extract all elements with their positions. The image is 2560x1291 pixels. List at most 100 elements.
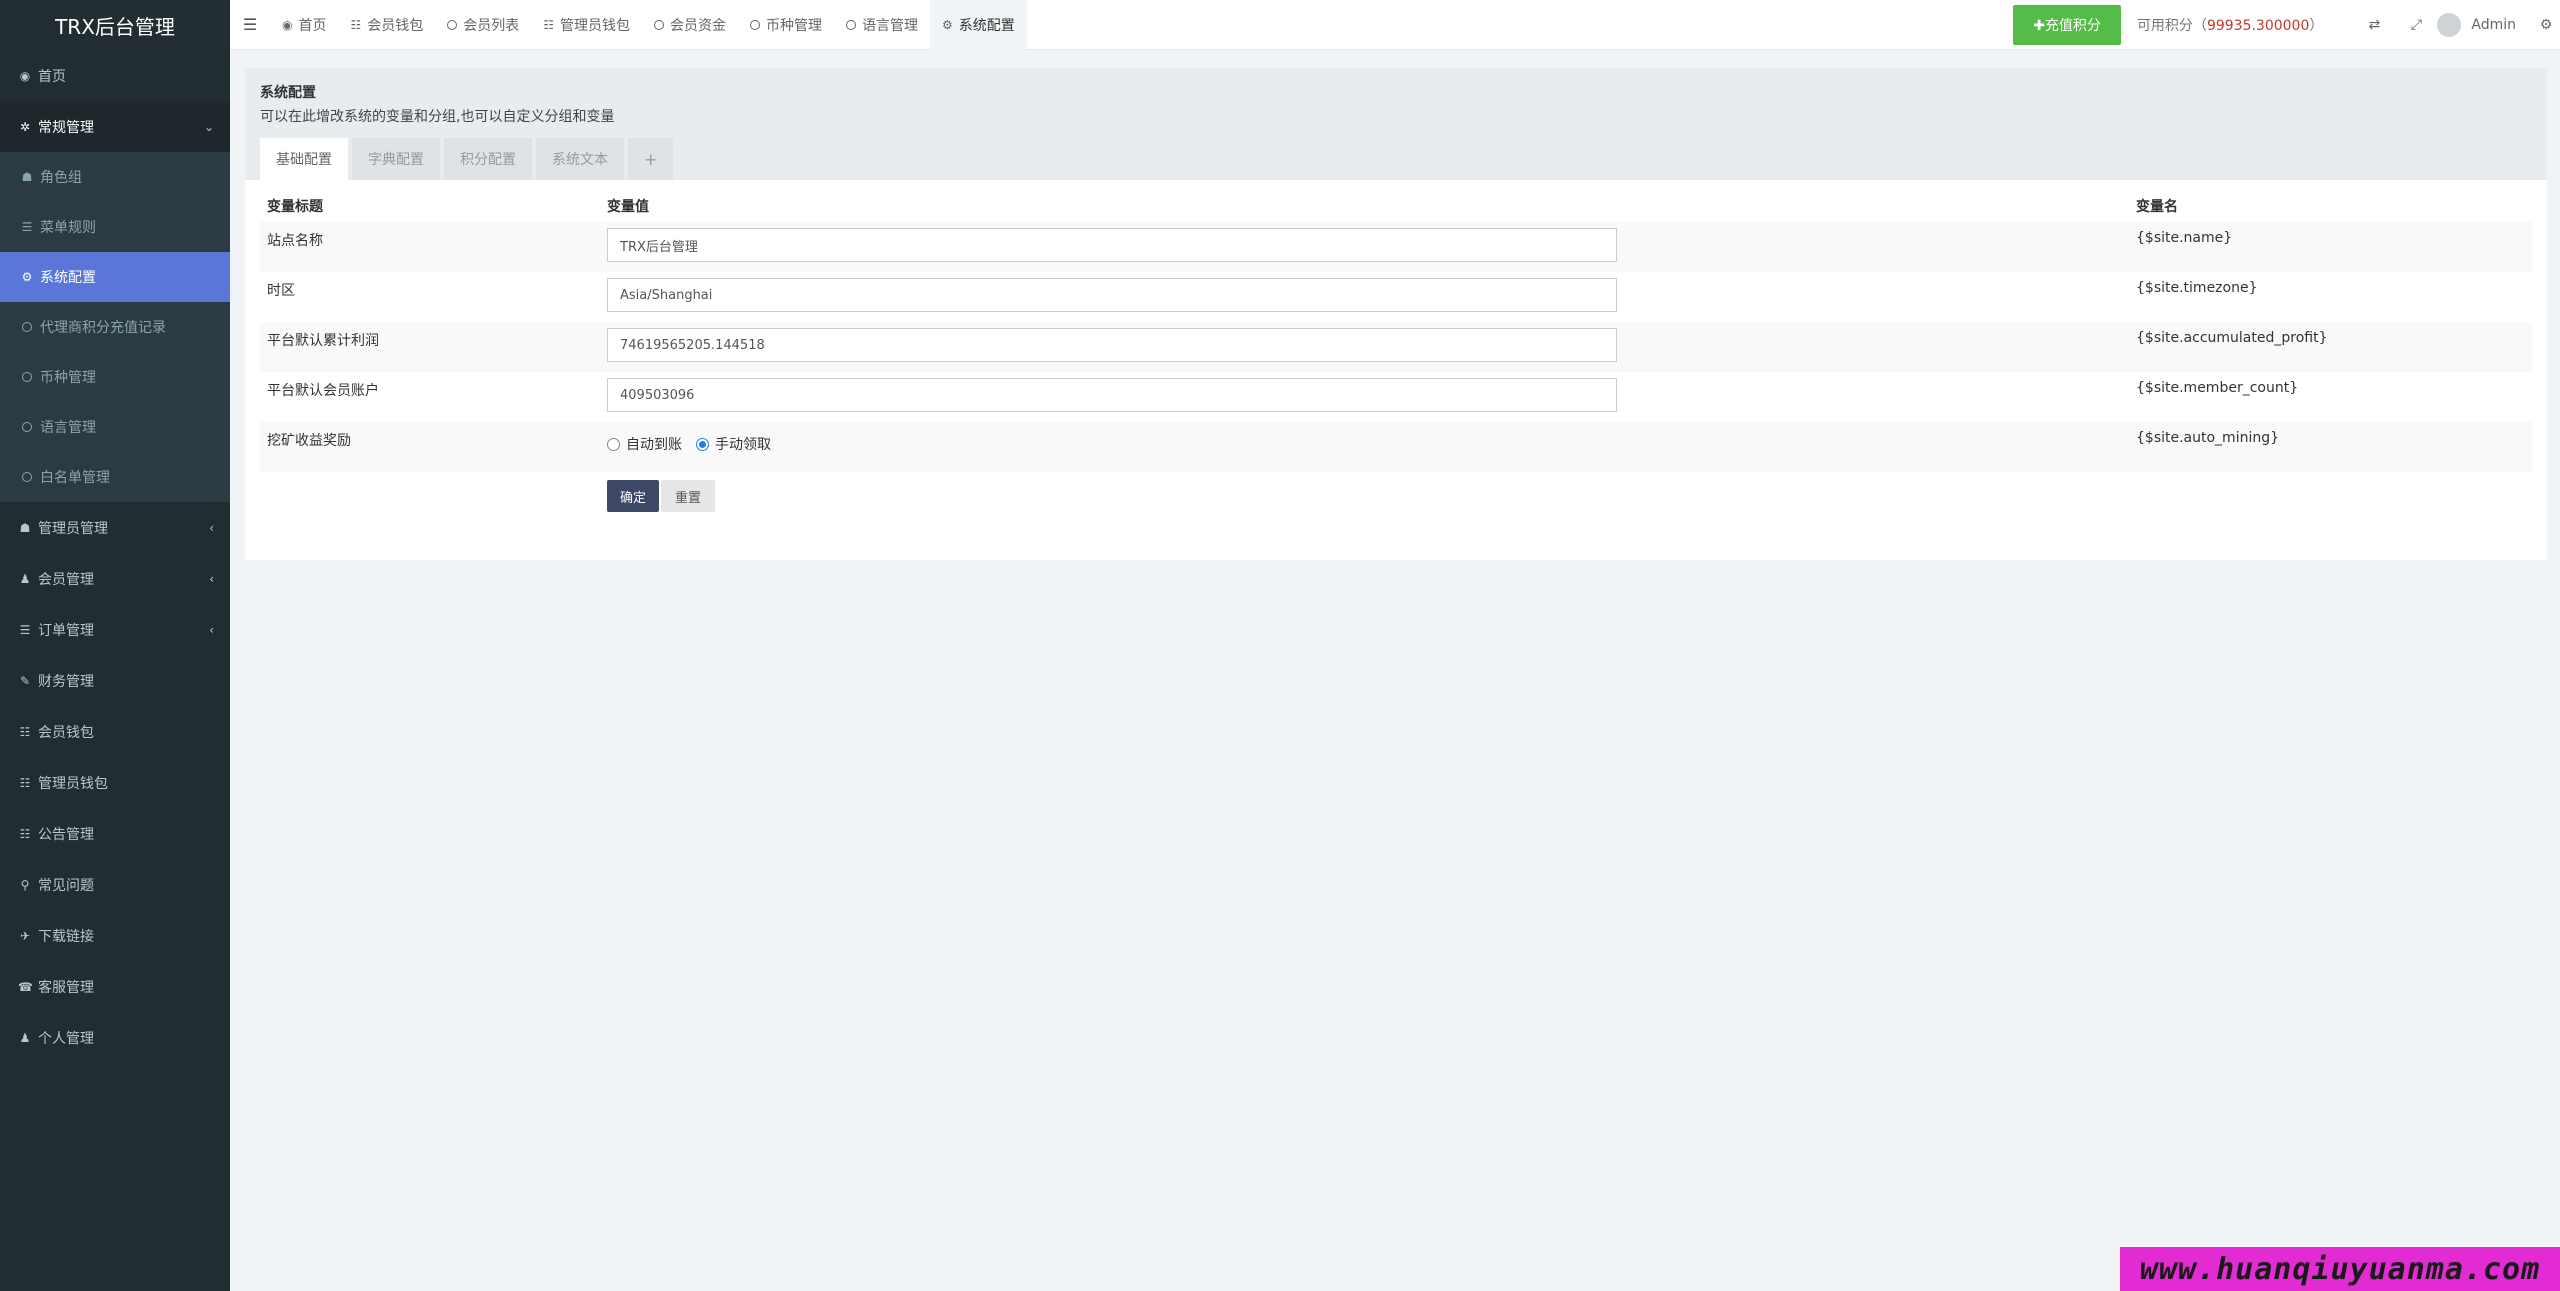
column-header: 变量值	[607, 199, 649, 215]
config-panel: 系统配置 可以在此增改系统的变量和分组,也可以自定义分组和变量 基础配置 字典配…	[245, 68, 2547, 560]
page-description: 可以在此增改系统的变量和分组,也可以自定义分组和变量	[260, 109, 615, 125]
menu-toggle-icon[interactable]: ☰	[230, 15, 270, 34]
sidebar-item-label: 会员管理	[38, 571, 94, 588]
tab-member-list[interactable]: 会员列表	[435, 0, 531, 50]
sidebar-item-agent-recharge[interactable]: 代理商积分充值记录	[0, 302, 230, 352]
sidebar-item-admin-wallet[interactable]: ☷ 管理员钱包	[0, 757, 230, 808]
reset-button[interactable]: 重置	[661, 480, 716, 512]
sidebar-item-downloads[interactable]: ✈ 下载链接	[0, 910, 230, 961]
circle-icon	[750, 19, 761, 30]
tab-points-config[interactable]: 积分配置	[444, 138, 532, 180]
sidebar-item-label: 订单管理	[38, 622, 94, 639]
search-icon: ⚲	[20, 877, 30, 892]
tab-basic-config[interactable]: 基础配置	[260, 138, 348, 180]
chevron-left-icon: ‹	[209, 622, 214, 637]
sidebar-item-language[interactable]: 语言管理	[0, 402, 230, 452]
table-header-row: 变量标题 变量值 变量名	[260, 190, 2532, 222]
sidebar-item-menu-rules[interactable]: ☰ 菜单规则	[0, 202, 230, 252]
chevron-down-icon: ⌄	[203, 119, 214, 134]
tab-system-text[interactable]: 系统文本	[536, 138, 624, 180]
sidebar-item-member-wallet[interactable]: ☷ 会员钱包	[0, 706, 230, 757]
tab-label: 首页	[298, 17, 327, 34]
fullscreen-icon[interactable]: ⤢	[2395, 17, 2437, 33]
sidebar-item-finance[interactable]: ✎ 财务管理	[0, 655, 230, 706]
circle-icon	[654, 19, 665, 30]
sidebar-item-faq[interactable]: ⚲ 常见问题	[0, 859, 230, 910]
sidebar-item-announcements[interactable]: ☷ 公告管理	[0, 808, 230, 859]
tab-admin-wallet[interactable]: ☷ 管理员钱包	[531, 0, 642, 50]
tab-system-config[interactable]: ⚙ 系统配置	[930, 0, 1027, 50]
table-row: 平台默认会员账户 409503096 {$site.member_count}	[260, 372, 2532, 422]
circle-icon	[22, 372, 32, 382]
language-toggle-icon[interactable]: ⇄	[2353, 17, 2395, 33]
tab-language[interactable]: 语言管理	[834, 0, 930, 50]
sidebar-item-label: 管理员钱包	[38, 775, 108, 792]
sidebar-item-support[interactable]: ☎ 客服管理	[0, 961, 230, 1012]
row-variable-name: {$site.auto_mining}	[2129, 422, 2532, 472]
plane-icon: ✈	[19, 928, 31, 943]
watermark: www.huanqiuyuanma.com	[2120, 1247, 2560, 1291]
sidebar-item-roles[interactable]: ☗ 角色组	[0, 152, 230, 202]
row-title: 挖矿收益奖励	[260, 422, 600, 472]
sidebar-item-member-mgmt[interactable]: ♟ 会员管理 ‹	[0, 553, 230, 604]
add-group-button[interactable]: +	[628, 138, 674, 180]
row-variable-name: {$site.name}	[2129, 222, 2532, 272]
app-logo[interactable]: TRX后台管理	[0, 0, 230, 50]
sidebar-item-system-config[interactable]: ⚙ 系统配置	[0, 252, 230, 302]
tab-dictionary-config[interactable]: 字典配置	[352, 138, 440, 180]
points-suffix: ）	[2309, 18, 2324, 34]
chevron-left-icon: ‹	[209, 571, 214, 586]
tab-member-funds[interactable]: 会员资金	[642, 0, 738, 50]
list-icon: ☰	[21, 220, 33, 234]
list-icon: ☰	[19, 622, 31, 637]
sidebar-item-label: 客服管理	[38, 979, 94, 996]
tab-label: 语言管理	[862, 17, 919, 34]
user-icon: ♟	[19, 1030, 31, 1045]
sidebar-item-home[interactable]: ◉ 首页	[0, 50, 230, 101]
member-count-input[interactable]: 409503096	[607, 378, 1617, 412]
site-name-input[interactable]: TRX后台管理	[607, 228, 1617, 262]
tab-currency[interactable]: 币种管理	[738, 0, 834, 50]
radio-label: 手动领取	[715, 437, 771, 453]
sidebar-item-label: 个人管理	[38, 1030, 94, 1047]
points-prefix: 可用积分（	[2136, 18, 2207, 34]
sidebar-item-label: 语言管理	[40, 420, 96, 436]
row-title: 平台默认累计利润	[260, 322, 600, 372]
sidebar-item-whitelist[interactable]: 白名单管理	[0, 452, 230, 502]
sidebar-item-label: 常规管理	[38, 119, 94, 136]
sidebar-item-currency[interactable]: 币种管理	[0, 352, 230, 402]
tab-home[interactable]: ◉ 首页	[270, 0, 338, 50]
circle-icon	[22, 422, 32, 432]
settings-icon[interactable]: ⚙	[2532, 17, 2560, 33]
sidebar-item-label: 常见问题	[38, 877, 94, 894]
gear-icon: ⚙	[21, 270, 33, 284]
tab-label: 会员列表	[463, 17, 520, 34]
user-icon: ♟	[19, 571, 31, 586]
sidebar-item-label: 公告管理	[38, 826, 94, 843]
circle-icon	[22, 472, 32, 482]
table-icon: ☷	[543, 17, 555, 32]
mining-reward-radio-group: 自动到账 手动领取	[607, 434, 2122, 454]
radio-manual[interactable]	[696, 437, 709, 451]
circle-icon	[22, 322, 32, 332]
group-icon: ☗	[19, 520, 31, 535]
user-menu[interactable]: Admin	[2437, 13, 2516, 37]
sidebar-item-profile[interactable]: ♟ 个人管理	[0, 1012, 230, 1063]
timezone-input[interactable]: Asia/Shanghai	[607, 278, 1617, 312]
confirm-button[interactable]: 确定	[607, 480, 660, 512]
recharge-points-button[interactable]: ✚充值积分	[2013, 5, 2121, 45]
chevron-left-icon: ‹	[209, 520, 214, 535]
sidebar-item-label: 菜单规则	[40, 220, 96, 236]
accumulated-profit-input[interactable]: 74619565205.144518	[607, 328, 1617, 362]
table-row-actions: 确定 重置	[260, 472, 2532, 522]
row-title: 站点名称	[260, 222, 600, 272]
sidebar-item-order-mgmt[interactable]: ☰ 订单管理 ‹	[0, 604, 230, 655]
circle-icon	[447, 19, 458, 30]
sidebar-item-general[interactable]: ✲ 常规管理 ⌄	[0, 101, 230, 152]
column-header: 变量标题	[267, 199, 323, 215]
gear-icon: ⚙	[942, 17, 953, 32]
radio-auto[interactable]	[607, 437, 620, 451]
tab-member-wallet[interactable]: ☷ 会员钱包	[338, 0, 435, 50]
sidebar-item-admin-mgmt[interactable]: ☗ 管理员管理 ‹	[0, 502, 230, 553]
sidebar-item-label: 管理员管理	[38, 520, 108, 537]
